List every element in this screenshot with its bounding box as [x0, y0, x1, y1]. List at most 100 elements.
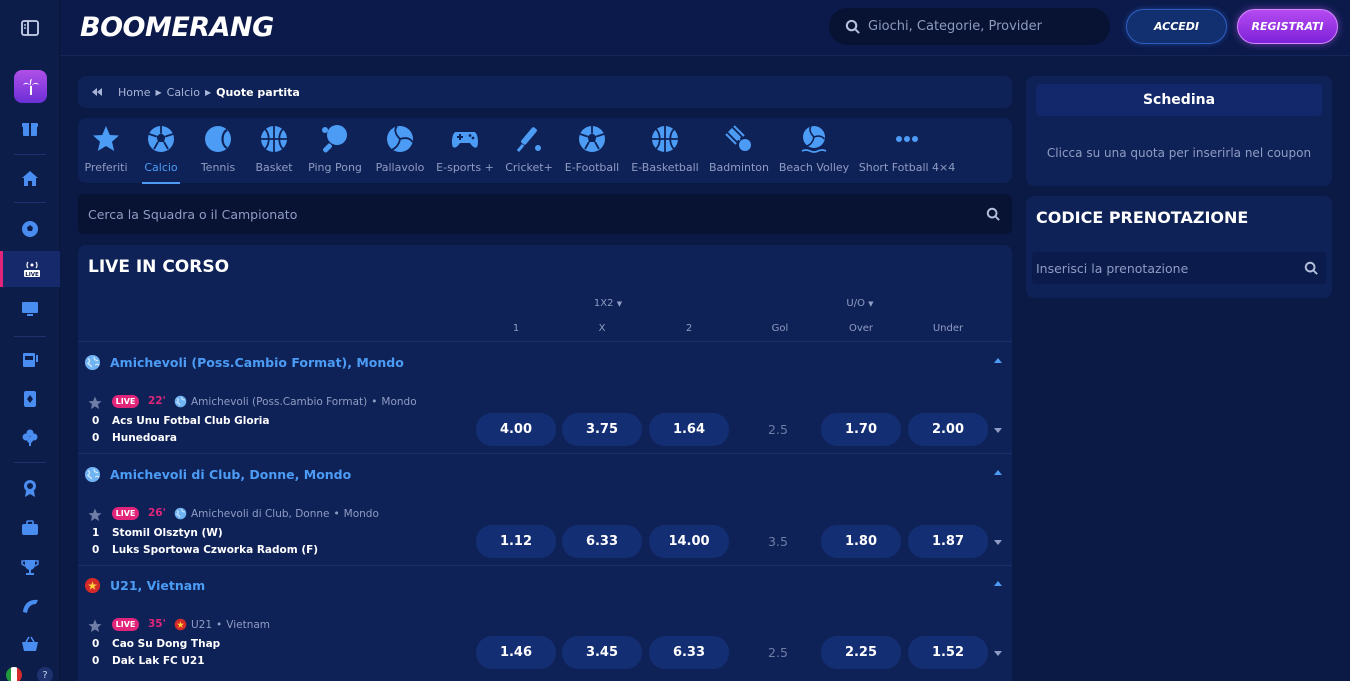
breadcrumb-home[interactable]: Home — [118, 86, 150, 99]
sidebar-item-trophy[interactable] — [0, 549, 60, 585]
live-badge: LIVE — [112, 507, 139, 520]
clover-icon — [22, 429, 38, 446]
expand-icon[interactable] — [994, 428, 1002, 433]
odd-over-button[interactable]: 1.70 — [821, 413, 901, 446]
register-button[interactable]: REGISTRATI — [1237, 9, 1338, 44]
away-team[interactable]: Luks Sportowa Czworka Radom (F) — [112, 544, 318, 556]
tab-badminton[interactable]: Badminton — [709, 124, 769, 180]
global-search-input[interactable]: Giochi, Categorie, Provider — [829, 8, 1110, 45]
palm-promo-button[interactable] — [14, 70, 47, 103]
global-search-placeholder: Giochi, Categorie, Provider — [868, 19, 1042, 34]
odd-2-button[interactable]: 1.64 — [649, 413, 729, 446]
language-flag-italy[interactable] — [6, 667, 22, 681]
league-header[interactable]: U21, Vietnam — [78, 567, 1012, 603]
sidebar-item-home[interactable] — [0, 161, 60, 197]
live-title: LIVE IN CORSO — [88, 257, 230, 277]
tab-ping-pong[interactable]: Ping Pong — [308, 124, 362, 180]
odd-under-button[interactable]: 1.87 — [908, 525, 988, 558]
expand-icon[interactable] — [994, 540, 1002, 545]
league-header[interactable]: Amichevoli (Poss.Cambio Format), Mondo — [78, 344, 1012, 380]
login-button[interactable]: ACCEDI — [1126, 9, 1227, 44]
match-row: LIVE 22' Amichevoli (Poss.Cambio Format)… — [78, 380, 1012, 456]
expand-icon[interactable] — [994, 651, 1002, 656]
gol-line: 2.5 — [768, 645, 788, 660]
home-team[interactable]: Acs Unu Fotbal Club Gloria — [112, 415, 269, 427]
league-header[interactable]: Amichevoli di Club, Donne, Mondo — [78, 456, 1012, 492]
breadcrumb-calcio[interactable]: Calcio — [167, 86, 200, 99]
sidebar-item-boomerang[interactable] — [0, 588, 60, 624]
sidebar-toggle-button[interactable] — [0, 0, 60, 56]
sidebar-item-promotions[interactable] — [0, 110, 60, 146]
globe-icon — [84, 466, 101, 482]
odd-under-button[interactable]: 1.52 — [908, 636, 988, 669]
team-search-input[interactable]: Cerca la Squadra o il Campionato — [78, 194, 1012, 234]
sidebar-item-live[interactable]: LIVE — [0, 251, 60, 287]
tennis-icon — [205, 126, 231, 152]
match-row: LIVE 26' Amichevoli di Club, Donne • Mondo… — [78, 492, 1012, 568]
tab-e-sports[interactable]: E-sports + — [436, 124, 494, 180]
collapse-icon[interactable] — [994, 581, 1002, 586]
tab-preferiti[interactable]: Preferiti — [84, 124, 128, 180]
shuttlecock-icon — [725, 125, 751, 151]
favorite-star-icon[interactable] — [88, 396, 102, 410]
sidebar-item-casino[interactable] — [0, 419, 60, 455]
tab-pallavolo[interactable]: Pallavolo — [376, 124, 424, 180]
market-uo-dropdown[interactable]: U/O ▼ — [830, 298, 890, 309]
collapse-icon[interactable] — [994, 470, 1002, 475]
sidebar-item-sport[interactable] — [0, 211, 60, 247]
tab-e-basketball[interactable]: E-Basketball — [631, 124, 699, 180]
odd-1-button[interactable]: 1.12 — [476, 525, 556, 558]
beach-volley-icon — [801, 126, 827, 153]
favorite-star-icon[interactable] — [88, 508, 102, 522]
away-score: 0 — [92, 655, 100, 667]
odd-under-button[interactable]: 2.00 — [908, 413, 988, 446]
tab-beach-volley[interactable]: Beach Volley — [779, 124, 849, 180]
odd-x-button[interactable]: 6.33 — [562, 525, 642, 558]
odd-over-button[interactable]: 1.80 — [821, 525, 901, 558]
sidebar-item-rewards[interactable] — [0, 470, 60, 506]
tab-e-football[interactable]: E-Football — [565, 124, 619, 180]
away-team[interactable]: Dak Lak FC U21 — [112, 655, 205, 667]
live-panel: LIVE IN CORSO 1X2 ▼ U/O ▼ 1 X 2 Gol Over… — [78, 245, 1012, 681]
sidebar-item-shop[interactable] — [0, 626, 60, 662]
odd-x-button[interactable]: 3.45 — [562, 636, 642, 669]
monitor-icon — [22, 302, 38, 316]
sidebar-item-slots[interactable] — [0, 341, 60, 377]
odd-2-button[interactable]: 6.33 — [649, 636, 729, 669]
odd-1-button[interactable]: 1.46 — [476, 636, 556, 669]
tab-cricket[interactable]: Cricket+ — [505, 124, 553, 180]
more-icon — [896, 136, 918, 142]
betslip-empty-message: Clicca su una quota per inserirla nel co… — [1046, 146, 1312, 160]
sidebar-toggle-icon — [21, 20, 39, 36]
tab-basket[interactable]: Basket — [255, 124, 293, 180]
vietnam-flag-icon — [84, 577, 101, 593]
breadcrumb-separator-icon: ▶ — [155, 87, 162, 97]
tab-short-fotball[interactable]: Short Fotball 4×4 — [859, 124, 955, 180]
tab-calcio[interactable]: Calcio — [142, 124, 180, 184]
boomerang-icon — [23, 599, 38, 613]
sidebar-item-cards[interactable] — [0, 381, 60, 417]
sidebar-item-tournaments[interactable] — [0, 510, 60, 546]
brand-logo[interactable]: BOOMERANG — [80, 12, 274, 43]
collapse-icon[interactable] — [994, 358, 1002, 363]
match-minute: 35' — [148, 618, 166, 630]
odd-1-button[interactable]: 4.00 — [476, 413, 556, 446]
odd-over-button[interactable]: 2.25 — [821, 636, 901, 669]
home-team[interactable]: Cao Su Dong Thap — [112, 638, 220, 650]
home-team[interactable]: Stomil Olsztyn (W) — [112, 527, 223, 539]
booking-code-input[interactable]: Inserisci la prenotazione — [1032, 252, 1326, 284]
favorite-star-icon[interactable] — [88, 619, 102, 633]
away-team[interactable]: Hunedoara — [112, 432, 177, 444]
odd-x-button[interactable]: 3.75 — [562, 413, 642, 446]
odd-2-button[interactable]: 14.00 — [649, 525, 729, 558]
cricket-icon — [516, 127, 541, 153]
sidebar-item-virtual[interactable] — [0, 291, 60, 327]
search-icon[interactable] — [1304, 261, 1318, 275]
match-meta: Amichevoli di Club, Donne • Mondo — [174, 507, 379, 520]
tab-tennis[interactable]: Tennis — [201, 124, 235, 180]
market-1x2-dropdown[interactable]: 1X2 ▼ — [578, 298, 638, 309]
help-icon[interactable]: ? — [37, 667, 53, 681]
back-icon[interactable] — [90, 85, 104, 99]
gamepad-icon — [452, 132, 478, 148]
betslip-title[interactable]: Schedina — [1036, 84, 1322, 116]
